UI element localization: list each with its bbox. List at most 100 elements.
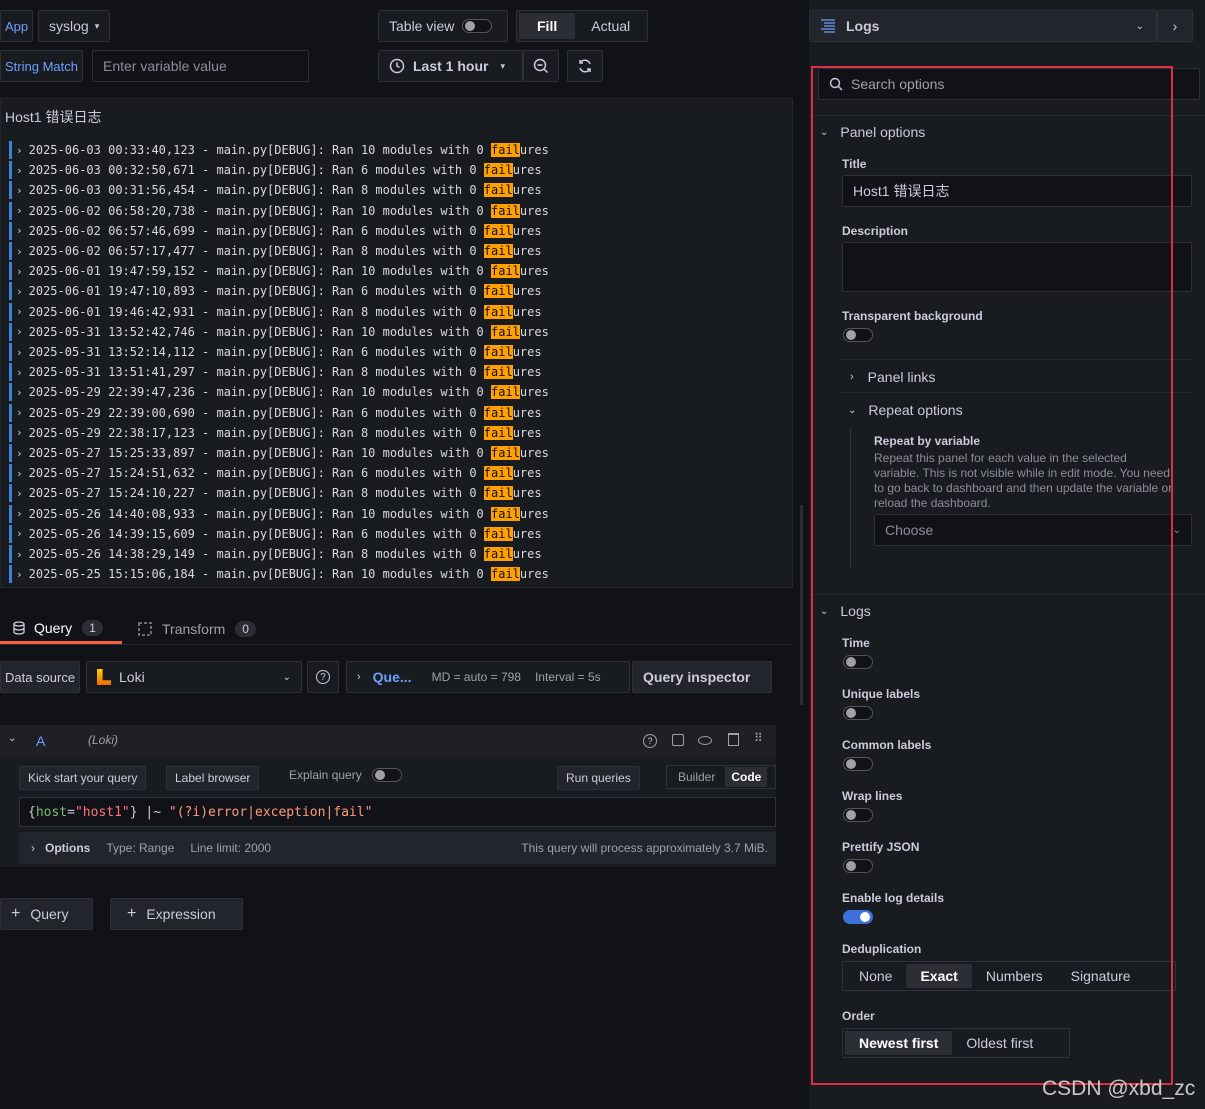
query-inspector-button[interactable]: Query inspector — [632, 661, 772, 693]
explain-query-toggle[interactable]: Explain query — [289, 768, 402, 782]
repeat-variable-select[interactable]: Choose ⌄ — [874, 514, 1192, 546]
tab-transform[interactable]: Transform 0 — [138, 614, 268, 644]
chevron-right-icon[interactable]: › — [16, 204, 23, 217]
add-expression-button[interactable]: + Expression — [110, 898, 243, 930]
visualization-picker[interactable]: Logs ⌄ — [809, 10, 1157, 42]
chevron-right-icon[interactable]: › — [16, 305, 23, 318]
log-row[interactable]: › 2025-05-31 13:52:14,112 - main.py[DEBUG… — [9, 343, 542, 361]
log-row[interactable]: › 2025-05-27 15:24:51,632 - main.py[DEBUG… — [9, 464, 542, 483]
chevron-right-icon[interactable]: › — [16, 447, 23, 460]
chevron-right-icon[interactable]: › — [16, 467, 23, 480]
log-row[interactable]: › 2025-06-03 00:31:56,454 - main.py[DEBUG… — [9, 181, 542, 200]
fill-button[interactable]: Fill — [519, 13, 576, 39]
log-row[interactable]: › 2025-05-26 14:38:29,149 - main.py[DEBUG… — [9, 545, 542, 563]
dedup-option-none[interactable]: None — [845, 964, 906, 988]
collapse-icon[interactable]: ⌄ — [8, 733, 16, 744]
log-row[interactable]: › 2025-05-31 13:52:42,746 - main.py[DEBUG… — [9, 322, 549, 341]
table-view-toggle[interactable]: Table view — [378, 10, 508, 42]
help-icon[interactable]: ? — [643, 734, 657, 748]
log-row[interactable]: › 2025-05-27 15:24:10,227 - main.py[DEBUG… — [9, 484, 542, 503]
chevron-right-icon[interactable]: › — [16, 164, 23, 177]
zoom-out-button[interactable] — [523, 50, 559, 82]
order-option-newest-first[interactable]: Newest first — [845, 1031, 953, 1055]
search-options-input[interactable]: Search options — [818, 68, 1200, 100]
time-switch[interactable] — [843, 655, 873, 669]
vertical-scrollbar[interactable] — [800, 505, 803, 705]
chevron-right-icon[interactable]: › — [16, 527, 23, 540]
repeat-options-section[interactable]: ⌄ Repeat options — [848, 402, 963, 418]
chevron-right-icon[interactable]: › — [16, 548, 23, 561]
log-row[interactable]: › 2025-05-27 15:25:33,897 - main.py[DEBUG… — [9, 444, 549, 462]
drag-handle-icon[interactable]: ⠿ — [754, 731, 763, 745]
actual-button[interactable]: Actual — [575, 18, 646, 34]
log-row[interactable]: › 2025-05-29 22:39:47,236 - main.py[DEBUG… — [9, 383, 549, 402]
datasource-picker[interactable]: Loki ⌄ — [86, 661, 302, 693]
prettify-json-switch[interactable] — [843, 859, 873, 873]
transparent-switch[interactable] — [843, 328, 873, 342]
chevron-right-icon[interactable]: › — [16, 487, 23, 500]
chevron-right-icon[interactable]: › — [16, 144, 23, 157]
log-row[interactable]: › 2025-06-01 19:47:59,152 - main.py[DEBUG… — [9, 262, 549, 281]
log-row[interactable]: › 2025-05-29 22:39:00,690 - main.py[DEBUG… — [9, 403, 542, 422]
chevron-right-icon[interactable]: › — [16, 406, 23, 419]
query-ref-id[interactable]: A — [36, 733, 45, 749]
chevron-right-icon[interactable]: › — [16, 386, 23, 399]
dedup-option-exact[interactable]: Exact — [906, 964, 972, 988]
log-row[interactable]: › 2025-06-03 00:32:50,671 - main.py[DEBUG… — [9, 161, 542, 180]
explain-switch[interactable] — [371, 768, 402, 782]
eye-icon[interactable] — [698, 736, 712, 745]
log-row[interactable]: › 2025-06-02 06:57:17,477 - main.py[DEBUG… — [9, 242, 542, 260]
chevron-right-icon[interactable]: › — [16, 245, 23, 258]
run-queries-button[interactable]: Run queries — [557, 766, 640, 790]
kick-start-button[interactable]: Kick start your query — [19, 766, 147, 790]
log-row[interactable]: › 2025-06-02 06:58:20,738 - main.py[DEBUG… — [9, 201, 549, 220]
chevron-right-icon[interactable]: › — [16, 346, 23, 359]
chevron-right-icon[interactable]: › — [16, 224, 23, 237]
log-row[interactable]: › 2025-05-29 22:38:17,123 - main.py[DEBUG… — [9, 423, 542, 442]
datasource-help-button[interactable]: ? — [307, 661, 339, 693]
chevron-right-icon[interactable]: › — [16, 507, 23, 520]
enable-details-switch[interactable] — [843, 910, 873, 924]
chevron-right-icon[interactable]: › — [16, 568, 23, 581]
description-textarea[interactable] — [842, 242, 1192, 292]
chevron-right-icon[interactable]: › — [16, 325, 23, 338]
common-labels-switch[interactable] — [843, 757, 873, 771]
duplicate-icon[interactable] — [672, 734, 684, 746]
collapse-pane-button[interactable]: › — [1157, 10, 1193, 42]
query-options-button[interactable]: › Que... MD = auto = 798 Interval = 5s — [346, 661, 630, 693]
log-row[interactable]: › 2025-05-25 15:15:06,184 - main.pv[DEBUG… — [9, 565, 549, 584]
query-expression-editor[interactable]: { host = "host1" } |~ "(?i)error|excepti… — [19, 797, 776, 827]
builder-mode-button[interactable]: Builder — [668, 770, 725, 784]
order-option-oldest-first[interactable]: Oldest first — [952, 1031, 1047, 1055]
dedup-option-numbers[interactable]: Numbers — [972, 964, 1057, 988]
panel-links-section[interactable]: › Panel links — [850, 369, 935, 385]
panel-options-section[interactable]: ⌄ Panel options — [820, 124, 925, 140]
log-row[interactable]: › 2025-05-31 13:51:41,297 - main.py[DEBUG… — [9, 363, 542, 382]
dedup-option-signature[interactable]: Signature — [1057, 964, 1145, 988]
trash-icon[interactable] — [728, 733, 739, 746]
chevron-right-icon[interactable]: › — [16, 366, 23, 379]
tab-query[interactable]: Query 1 — [0, 614, 122, 644]
chevron-right-icon[interactable]: › — [16, 426, 23, 439]
refresh-button[interactable] — [567, 50, 603, 82]
time-range-picker[interactable]: Last 1 hour ▾ — [378, 50, 523, 82]
app-variable-select[interactable]: syslog ▾ — [38, 10, 111, 42]
chevron-right-icon[interactable]: › — [16, 184, 23, 197]
unique-labels-switch[interactable] — [843, 706, 873, 720]
table-view-switch[interactable] — [462, 19, 493, 33]
log-row[interactable]: › 2025-06-01 19:47:10,893 - main.py[DEBUG… — [9, 282, 542, 301]
log-row[interactable]: › 2025-06-01 19:46:42,931 - main.py[DEBUG… — [9, 302, 542, 321]
chevron-right-icon[interactable]: › — [16, 265, 23, 278]
query-options-row[interactable]: › Options Type: Range Line limit: 2000 T… — [19, 832, 776, 864]
label-browser-button[interactable]: Label browser — [166, 766, 260, 790]
log-row[interactable]: › 2025-06-03 00:33:40,123 - main.py[DEBUG… — [9, 141, 549, 159]
logs-options-section[interactable]: ⌄ Logs — [820, 603, 871, 619]
code-mode-button[interactable]: Code — [725, 767, 768, 787]
log-row[interactable]: › 2025-05-26 14:39:15,609 - main.py[DEBUG… — [9, 524, 542, 543]
wrap-lines-switch[interactable] — [843, 808, 873, 822]
title-input[interactable]: Host1 错误日志 — [842, 175, 1192, 207]
log-row[interactable]: › 2025-06-02 06:57:46,699 - main.py[DEBUG… — [9, 221, 542, 240]
chevron-right-icon[interactable]: › — [16, 285, 23, 298]
log-row[interactable]: › 2025-05-26 14:40:08,933 - main.py[DEBUG… — [9, 504, 549, 523]
variable-value-input[interactable]: Enter variable value — [92, 50, 309, 82]
